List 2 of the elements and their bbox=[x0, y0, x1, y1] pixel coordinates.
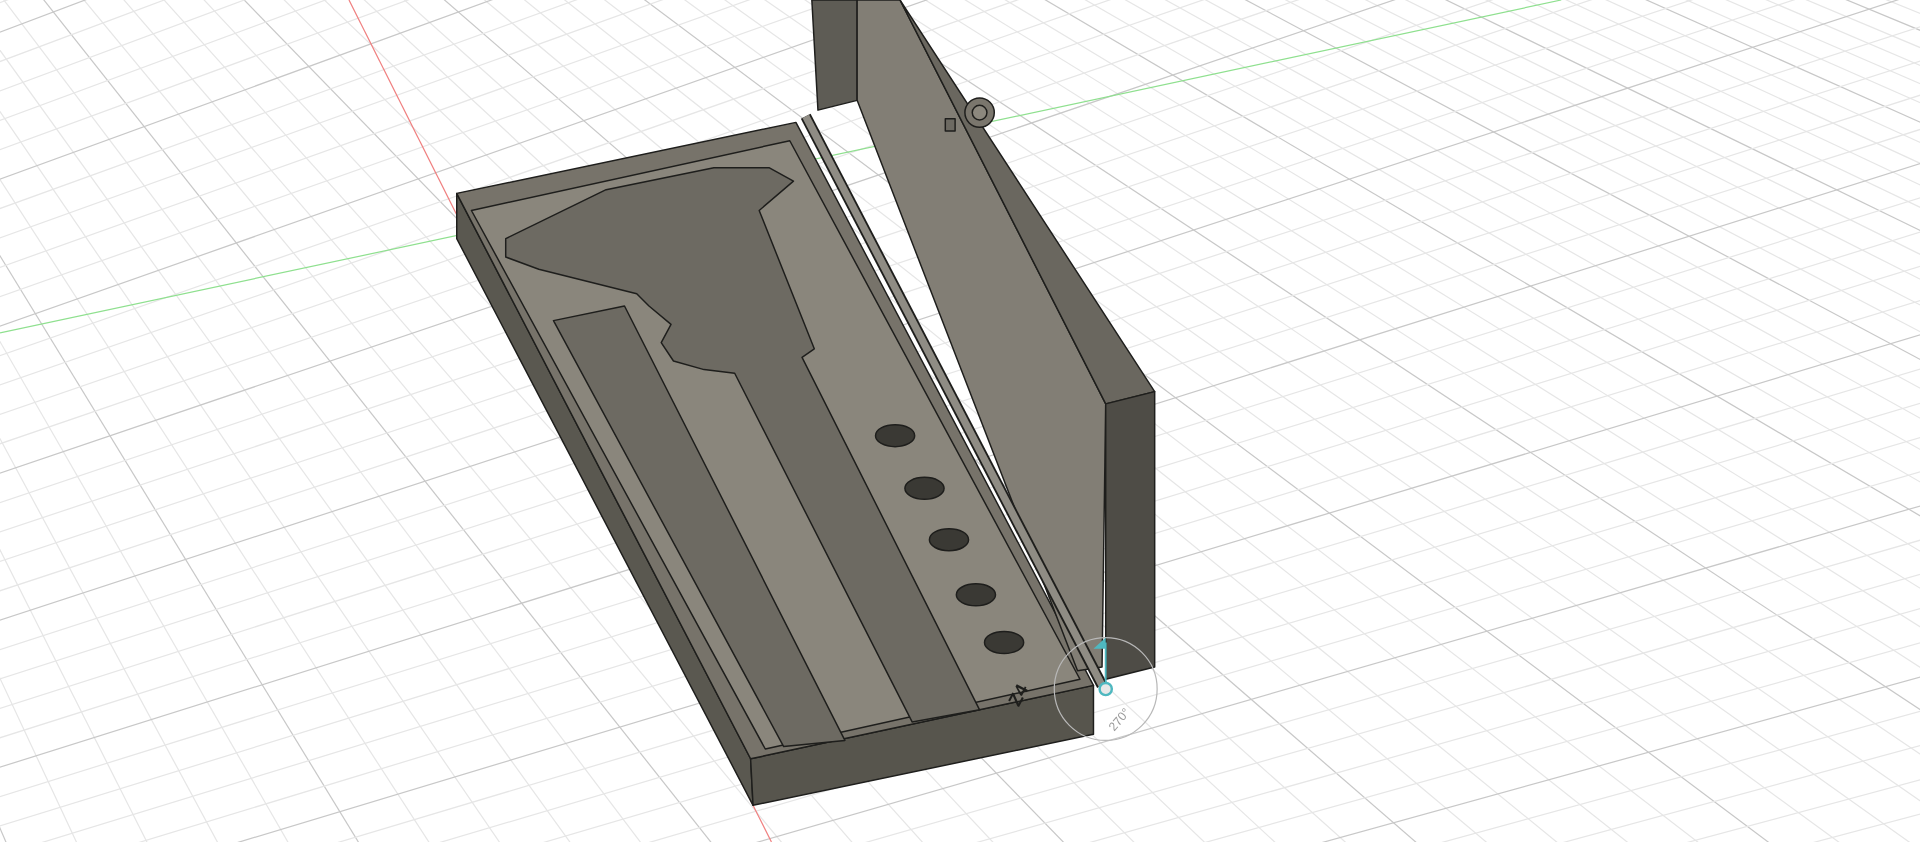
case-model-drawing[interactable] bbox=[456, 0, 1156, 806]
rotation-gizmo[interactable] bbox=[1053, 637, 1158, 742]
